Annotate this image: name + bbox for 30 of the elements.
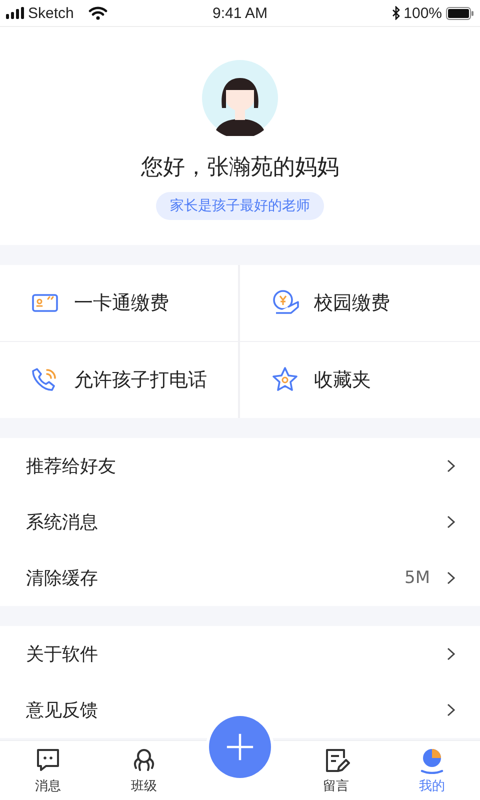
menu-row[interactable]: 关于软件: [0, 626, 480, 682]
chevron-right-icon: [446, 515, 456, 529]
chat-bubble-icon: [34, 746, 62, 774]
tab-item[interactable]: 班级: [96, 746, 192, 795]
clock-time: 9:41 AM: [212, 4, 268, 22]
shortcut-item[interactable]: 一卡通缴费: [0, 265, 240, 342]
bluetooth-icon: [392, 6, 400, 20]
greeting-text: 您好，张瀚苑的妈妈: [141, 154, 339, 182]
chevron-right-icon: [446, 703, 456, 717]
tab-item[interactable]: 留言: [288, 746, 384, 795]
battery-icon: [446, 6, 474, 20]
tab-item[interactable]: 消息: [0, 746, 96, 795]
menu-row[interactable]: 系统消息: [0, 494, 480, 550]
battery-percent: 100%: [404, 4, 442, 22]
shortcut-item[interactable]: 允许孩子打电话: [0, 342, 240, 418]
carrier-name: Sketch: [28, 4, 74, 22]
menu-row[interactable]: 意见反馈: [0, 682, 480, 738]
menu-row[interactable]: 推荐给好友: [0, 438, 480, 494]
profile-icon: [418, 746, 446, 774]
tab-item[interactable]: 我的: [384, 746, 480, 795]
shortcut-item[interactable]: 校园缴费: [240, 265, 480, 342]
chevron-right-icon: [446, 459, 456, 473]
signal-icon: [6, 7, 24, 19]
chevron-right-icon: [446, 647, 456, 661]
plus-icon: [226, 733, 254, 761]
motto-badge: 家长是孩子最好的老师: [156, 192, 324, 220]
chevron-right-icon: [446, 571, 456, 585]
wifi-icon: [88, 6, 108, 20]
menu-row[interactable]: 清除缓存 5M: [0, 550, 480, 606]
shortcut-item[interactable]: 收藏夹: [240, 342, 480, 418]
